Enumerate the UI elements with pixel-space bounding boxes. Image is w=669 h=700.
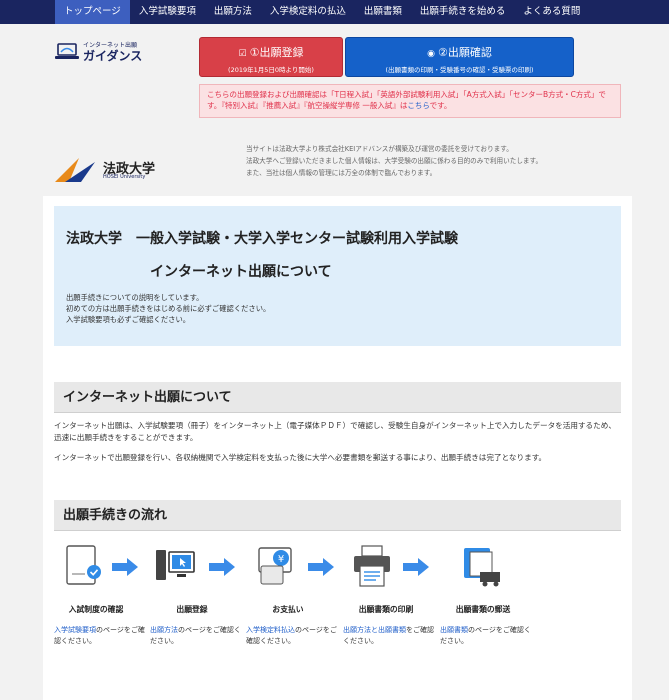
top-nav: トップページ 入学試験要項 出願方法 入学検定料の払込 出願書類 出願手続きを始… [0, 0, 669, 24]
nav-start-application[interactable]: 出願手続きを始める [411, 0, 515, 24]
university-name-en: HOSEI University [103, 174, 146, 180]
computer-icon [156, 550, 195, 580]
hosei-university-logo[interactable]: 法政大学 HOSEI University [55, 156, 165, 184]
nav-faq[interactable]: よくある質問 [514, 0, 589, 24]
section-heading-about: インターネット出願について [54, 382, 621, 413]
step-description: 入学検定料払込のページをご確認ください。 [246, 625, 338, 647]
disclaimer-line: また、当社は個人情報の管理には万全の体制で臨んでおります。 [246, 169, 437, 177]
notice-box: こちらの出願登録および出願確認は「T日程入試」「英語外部試験利用入試」「A方式入… [199, 84, 621, 118]
svg-text:¥: ¥ [278, 554, 284, 565]
nav-application-documents[interactable]: 出願書類 [355, 0, 411, 24]
apply-subtitle: (2019年1月5日0時より開始) [228, 66, 314, 74]
step-title: 出願書類の印刷 [358, 605, 414, 614]
confirm-subtitle: (出願書類の印刷・受験番号の確認・受験票の印刷) [385, 66, 534, 74]
step-link[interactable]: 入学検定料払込 [246, 626, 295, 634]
nav-fee-payment[interactable]: 入学検定料の払込 [261, 0, 355, 24]
page-subtitle: インターネット出願について [150, 264, 332, 280]
printer-icon [354, 545, 390, 587]
page-title: 法政大学 一般入学試験・大学入学センター試験利用入学試験 [66, 231, 458, 247]
step-link[interactable]: 入学試験要項 [54, 626, 96, 634]
arrow-right-icon [403, 558, 429, 576]
intro-line: 初めての方は出願手続きをはじめる前に必ずご確認ください。 [66, 304, 271, 313]
hosei-emblem-icon [55, 158, 95, 182]
intro-line: 入学試験要項も必ずご確認ください。 [66, 315, 191, 324]
guidance-logo-title: ガイダンス [83, 49, 143, 63]
disclaimer-line: 当サイトは法政大学より株式会社KEIアドバンスが構築及び運営の委託を受けておりま… [246, 145, 513, 153]
step-title: 出願書類の郵送 [455, 605, 511, 614]
intro-line: 出願手続きについての説明をしています。 [66, 293, 204, 302]
step-title: 出願登録 [176, 605, 208, 614]
step-link[interactable]: 出願方法 [150, 626, 178, 634]
arrow-right-icon [112, 558, 138, 576]
intro-description: 出願手続きについての説明をしています。 初めての方は出願手続きをはじめる前に必ず… [66, 292, 270, 325]
nav-top-page[interactable]: トップページ [55, 0, 130, 24]
nav-application-method[interactable]: 出願方法 [205, 0, 261, 24]
laptop-logo-icon [55, 43, 79, 59]
eye-icon: ◉ [427, 49, 435, 59]
notice-tail: です。 [429, 101, 452, 110]
step-title: 入試制度の確認 [68, 605, 124, 614]
nav-admission-guide[interactable]: 入学試験要項 [130, 0, 205, 24]
guidance-logo[interactable]: インターネット出願 ガイダンス [55, 39, 155, 63]
arrow-right-icon [308, 558, 334, 576]
step-link[interactable]: 出願書類 [440, 626, 468, 634]
about-paragraph-2: インターネットで出願登録を行い、各収納機関で入学検定料を支払った後に大学へ必要書… [54, 453, 547, 462]
step-link[interactable]: 出願方法と出願書類 [343, 626, 406, 634]
checkbox-icon: ☑ [238, 49, 247, 59]
section-heading-flow: 出願手続きの流れ [54, 500, 621, 531]
about-paragraph-1: インターネット出願は、入学試験要項（冊子）をインターネット上（電子媒体ＰＤＦ）で… [54, 421, 616, 442]
confirm-title: ②出願確認 [437, 46, 492, 59]
disclaimer: 当サイトは法政大学より株式会社KEIアドバンスが構築及び運営の委託を受けておりま… [246, 143, 626, 179]
apply-title: ①出願登録 [249, 46, 304, 59]
application-confirm-button[interactable]: ◉ ②出願確認 (出願書類の印刷・受験番号の確認・受験票の印刷) [345, 37, 574, 77]
step-description: 出願方法のページをご確認ください。 [150, 625, 242, 647]
arrow-right-icon [209, 558, 235, 576]
payment-icon: ¥ [258, 547, 292, 585]
step-description: 入学試験要項のページをご確認ください。 [54, 625, 146, 647]
intro-box: 法政大学 一般入学試験・大学入学センター試験利用入学試験 インターネット出願につ… [54, 206, 621, 346]
step-description: 出願書類のページをご確認ください。 [440, 625, 532, 647]
notice-link[interactable]: こちら [407, 101, 429, 110]
apply-registration-button[interactable]: ☑ ①出願登録 (2019年1月5日0時より開始) [199, 37, 343, 77]
mail-delivery-icon [464, 548, 500, 587]
document-check-icon [66, 545, 101, 585]
step-title: お支払い [272, 605, 304, 614]
disclaimer-line: 法政大学へご登録いただきました個人情報は、大学受験の出願に係わる目的のみで利用い… [246, 157, 543, 165]
step-description: 出願方法と出願書類をご確認ください。 [343, 625, 435, 647]
